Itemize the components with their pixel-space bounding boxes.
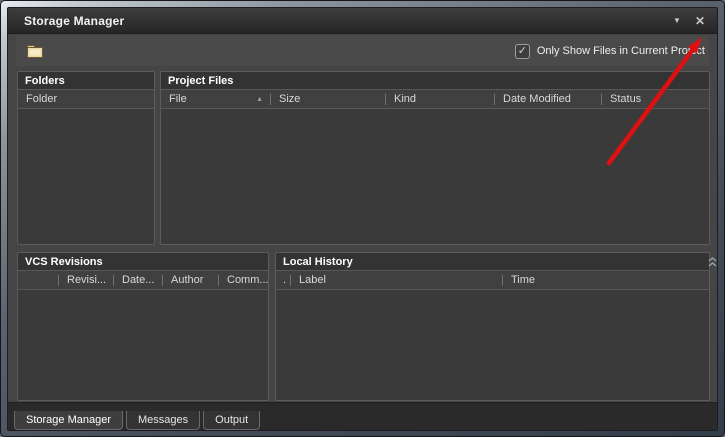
folders-list — [18, 109, 154, 244]
dropdown-menu-icon[interactable]: ▼ — [673, 17, 681, 25]
checkbox-label: Only Show Files in Current Project — [537, 45, 705, 57]
column-header-label[interactable]: Label — [291, 271, 502, 289]
project-files-panel-title: Project Files — [161, 72, 709, 90]
vcs-revisions-column-headers: Revisi... Date... Author Comm... — [18, 271, 268, 290]
column-header-dot[interactable]: . — [276, 271, 290, 289]
column-header-file[interactable]: File ▲ — [161, 90, 270, 108]
column-header-status[interactable]: Status — [602, 90, 709, 108]
column-header-kind[interactable]: Kind — [386, 90, 494, 108]
storage-manager-panel: Storage Manager ▼ ✕ ✓ Only Show Files in… — [7, 7, 718, 431]
column-header-date-modified[interactable]: Date Modified — [495, 90, 601, 108]
folders-panel: Folders Folder — [17, 71, 155, 245]
project-files-panel: Project Files File ▲ Size Kind Date Modi… — [160, 71, 710, 245]
column-header-blank[interactable] — [18, 271, 58, 289]
vcs-revisions-panel: VCS Revisions Revisi... Date... Author C… — [17, 252, 269, 401]
tab-output[interactable]: Output — [203, 411, 260, 430]
local-history-panel-title: Local History — [276, 253, 709, 271]
vcs-revisions-panel-title: VCS Revisions — [18, 253, 268, 271]
folder-icon[interactable] — [24, 42, 46, 60]
titlebar[interactable]: Storage Manager ▼ ✕ — [8, 8, 717, 34]
tab-messages[interactable]: Messages — [126, 411, 200, 430]
double-chevron-up-icon[interactable] — [707, 255, 718, 269]
column-header-folder[interactable]: Folder — [18, 90, 154, 108]
column-header-author[interactable]: Author — [163, 271, 218, 289]
local-history-column-headers: . Label Time — [276, 271, 709, 290]
storage-manager-window-frame: Storage Manager ▼ ✕ ✓ Only Show Files in… — [0, 0, 725, 437]
sort-ascending-icon: ▲ — [256, 96, 263, 103]
only-show-files-checkbox-group[interactable]: ✓ Only Show Files in Current Project — [515, 44, 705, 59]
column-header-size[interactable]: Size — [271, 90, 385, 108]
column-header-revision[interactable]: Revisi... — [59, 271, 113, 289]
project-files-list — [161, 109, 709, 244]
titlebar-controls: ▼ ✕ — [673, 15, 705, 27]
window-title: Storage Manager — [24, 14, 124, 28]
column-header-time[interactable]: Time — [503, 271, 709, 289]
tab-storage-manager[interactable]: Storage Manager — [14, 411, 123, 430]
close-icon[interactable]: ✕ — [695, 15, 705, 27]
column-header-comment[interactable]: Comm... — [219, 271, 268, 289]
toolbar: ✓ Only Show Files in Current Project — [16, 36, 709, 66]
local-history-panel: Local History . Label Time — [275, 252, 710, 401]
checkbox-checked-icon[interactable]: ✓ — [515, 44, 530, 59]
column-header-file-label: File — [169, 93, 187, 105]
vcs-revisions-list — [18, 290, 268, 400]
local-history-list — [276, 290, 709, 400]
folders-panel-title: Folders — [18, 72, 154, 90]
project-files-column-headers: File ▲ Size Kind Date Modified Status — [161, 90, 709, 109]
bottom-tab-bar: Storage Manager Messages Output — [8, 402, 717, 430]
folders-column-headers: Folder — [18, 90, 154, 109]
column-header-date[interactable]: Date... — [114, 271, 162, 289]
